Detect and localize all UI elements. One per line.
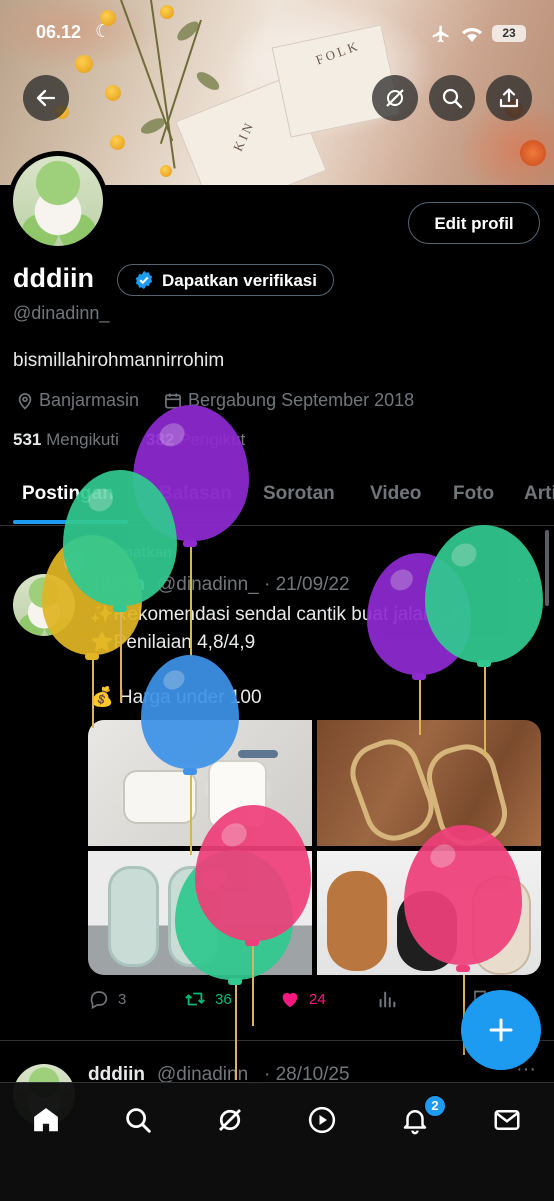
like-button[interactable]: 24 (279, 988, 326, 1010)
search-button[interactable] (429, 75, 475, 121)
profile-bio: bismillahirohmannirrohim (13, 350, 225, 371)
tweet-avatar[interactable] (13, 574, 75, 636)
share-button[interactable] (486, 75, 532, 121)
media-photo[interactable] (317, 851, 541, 975)
tab-articles-clip: Artikel (524, 480, 554, 514)
nav-video[interactable] (304, 1102, 340, 1138)
get-verified-button[interactable]: Dapatkan verifikasi (117, 264, 334, 296)
video-play-icon (308, 1106, 336, 1134)
tab-articles[interactable]: Artikel (524, 483, 554, 505)
explore-icon (126, 1108, 151, 1133)
following-label: Mengikuti (46, 430, 119, 449)
tab-video[interactable]: Video (370, 483, 421, 505)
tab-posts[interactable]: Postingan (22, 483, 114, 505)
followers-label: Pengikut (179, 430, 246, 449)
profile-joined-date: Bergabung September 2018 (188, 390, 415, 410)
tab-photos[interactable]: Foto (453, 483, 494, 505)
reply-icon (90, 991, 108, 1010)
moon-icon: ☾ (95, 21, 112, 41)
home-icon (34, 1108, 58, 1132)
tweet-media-grid[interactable] (88, 720, 541, 975)
active-tab-indicator (13, 520, 128, 524)
media-photo[interactable] (88, 720, 312, 846)
tab-replies[interactable]: Balasan (159, 483, 232, 505)
pinned-label: Disematkan (88, 544, 173, 561)
followers-link[interactable]: 382 Pengikut (146, 430, 245, 450)
tweet-text-line: 💰 Harga under 100 (90, 687, 262, 708)
compose-button[interactable] (461, 990, 541, 1070)
edit-profile-button[interactable]: Edit profil (408, 202, 540, 244)
airplane-icon (432, 25, 449, 43)
profile-avatar[interactable] (13, 156, 103, 246)
retweet-button[interactable]: 36 (183, 988, 232, 1010)
bottom-navigation (0, 1082, 554, 1201)
mail-icon (494, 1110, 520, 1130)
tweet-more-icon[interactable]: ··· (516, 568, 539, 591)
search-icon (442, 88, 463, 109)
retweet-icon (185, 992, 205, 1006)
share-icon (499, 88, 519, 108)
reply-count: 3 (118, 990, 127, 1008)
media-photo[interactable] (88, 851, 312, 975)
media-photo[interactable] (317, 720, 541, 846)
views-icon (379, 991, 396, 1008)
reply-button[interactable]: 3 (88, 988, 126, 1010)
tabs-divider (0, 525, 554, 526)
verified-badge-icon (135, 270, 153, 290)
back-button[interactable] (23, 75, 69, 121)
profile-name: dddiin (13, 263, 94, 293)
tab-highlights[interactable]: Sorotan (263, 483, 335, 505)
compose-plus-icon (489, 1018, 513, 1042)
calendar-icon (165, 393, 181, 409)
grok-icon (386, 89, 404, 107)
like-count: 24 (309, 990, 326, 1008)
nav-home[interactable] (28, 1102, 64, 1138)
grok-button[interactable] (372, 75, 418, 121)
nav-grok[interactable] (212, 1102, 248, 1138)
profile-handle: @dinadinn_ (13, 303, 110, 323)
grok-icon (219, 1109, 241, 1131)
tweet-author-name[interactable]: dddiin (88, 574, 145, 596)
pin-icon (70, 547, 78, 560)
get-verified-label: Dapatkan verifikasi (162, 271, 317, 290)
location-pin-icon (18, 393, 32, 410)
notification-badge: 2 (424, 1095, 446, 1117)
wifi-icon (462, 28, 482, 42)
battery-indicator: 23 (492, 25, 526, 42)
nav-explore[interactable] (120, 1102, 156, 1138)
retweet-count: 36 (215, 990, 232, 1008)
followers-count: 382 (146, 430, 175, 449)
tweet-text-line: ⭐Penilaian 4,8/4,9 (90, 632, 256, 653)
nav-messages[interactable] (489, 1102, 525, 1138)
following-count: 531 (13, 430, 42, 449)
tweet-text-line: ✨Rekomendasi sendal cantik buat jalan ✨ (90, 604, 463, 625)
tweet-handle-date: @dinadinn_ · 21/09/22 (157, 574, 350, 595)
status-time: 06.12 (36, 22, 82, 42)
profile-location: Banjarmasin (39, 390, 140, 410)
views-button[interactable] (376, 988, 398, 1010)
following-link[interactable]: 531 Mengikuti (13, 430, 119, 450)
back-arrow-icon (36, 89, 56, 107)
heart-icon (282, 992, 298, 1008)
